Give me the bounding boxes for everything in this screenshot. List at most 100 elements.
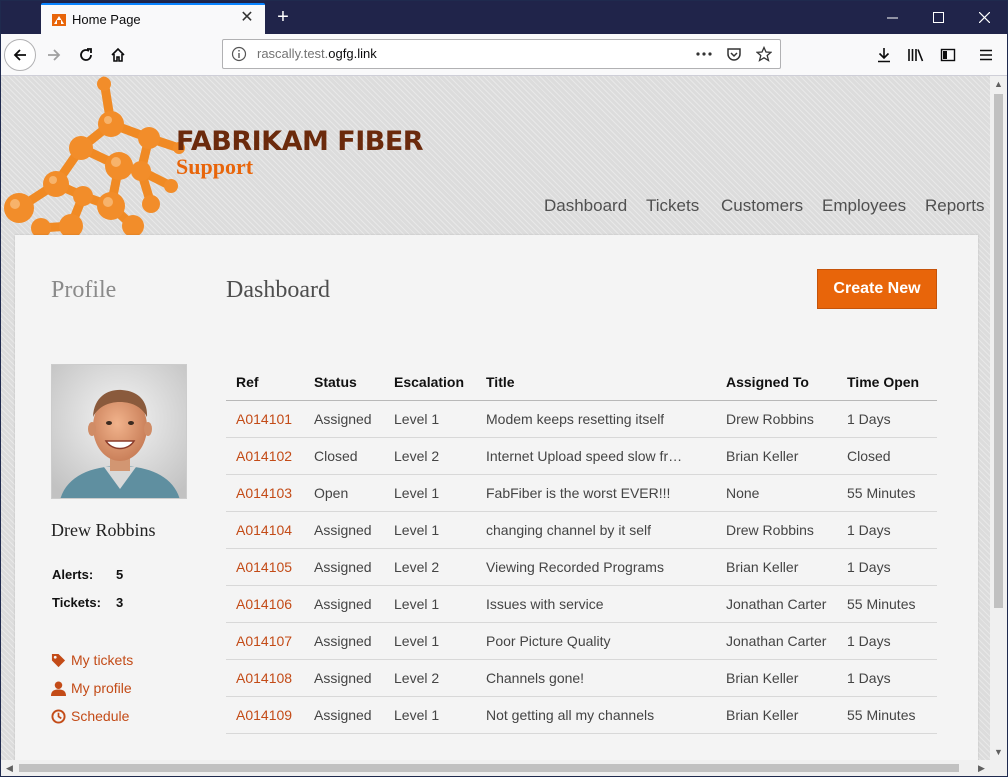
ticket-escalation: Level 1 (394, 623, 480, 659)
bookmark-star-icon (756, 46, 772, 62)
column-header-title[interactable]: Title (486, 363, 686, 400)
table-row[interactable]: A014101 Assigned Level 1 Modem keeps resett… (226, 401, 937, 438)
ticket-ref-link[interactable]: A014102 (236, 438, 306, 474)
profile-heading: Profile (51, 277, 117, 303)
ticket-escalation: Level 2 (394, 660, 480, 696)
close-window-button[interactable] (961, 0, 1007, 34)
ticket-escalation-text: Level 2 (394, 670, 440, 686)
brand-subtitle: Support (176, 154, 254, 179)
nav-dashboard[interactable]: Dashboard (544, 196, 627, 216)
page-actions-button[interactable] (692, 43, 716, 65)
maximize-button[interactable] (915, 0, 961, 34)
table-row[interactable]: A014106 Assigned Level 1 Issues with servic… (226, 586, 937, 623)
ticket-ref-link[interactable]: A014105 (236, 549, 306, 585)
column-header-time-open[interactable]: Time Open (847, 363, 937, 400)
address-bar[interactable]: rascally.test.ogfg.link (222, 39, 781, 69)
table-row[interactable]: A014102 Closed Level 2 Internet Upload spee… (226, 438, 937, 475)
sidebar-button[interactable] (932, 39, 964, 71)
my-profile-link[interactable]: My profile (51, 680, 132, 696)
bookmark-button[interactable] (752, 43, 776, 65)
ticket-title-text: FabFiber is the worst EVER!!! (486, 484, 671, 501)
table-row[interactable]: A014109 Assigned Level 1 Not getting all my… (226, 697, 937, 734)
ticket-ref-link[interactable]: A014106 (236, 586, 306, 622)
ticket-escalation-text: Level 1 (394, 522, 440, 538)
ticket-ref-link[interactable]: A014103 (236, 475, 306, 511)
table-row[interactable]: A014107 Assigned Level 1 Poor Picture Quali… (226, 623, 937, 660)
ticket-status: Assigned (314, 512, 390, 548)
horizontal-scroll-thumb[interactable] (19, 764, 959, 772)
reload-button[interactable] (70, 39, 102, 71)
scroll-right-icon[interactable]: ▶ (973, 763, 990, 774)
ticket-assigned-to: Brian Keller (726, 549, 841, 585)
ticket-escalation-text: Level 1 (394, 633, 440, 649)
column-header-status[interactable]: Status (314, 363, 390, 400)
table-row[interactable]: A014105 Assigned Level 2 Viewing Recorded P… (226, 549, 937, 586)
ticket-ref-link[interactable]: A014108 (236, 660, 306, 696)
ticket-status-text: Assigned (314, 559, 372, 575)
downloads-button[interactable] (868, 39, 900, 71)
new-tab-button[interactable]: + (272, 6, 294, 28)
ticket-ref-link[interactable]: A014109 (236, 697, 306, 733)
ticket-ref-link-text[interactable]: A014104 (236, 522, 292, 538)
info-icon[interactable] (231, 46, 247, 62)
ticket-ref-link-text[interactable]: A014101 (236, 411, 292, 427)
ticket-ref-link-text[interactable]: A014107 (236, 633, 292, 649)
ticket-assigned-to-text: Brian Keller (726, 707, 799, 723)
column-header-ref[interactable]: Ref (236, 363, 306, 400)
ticket-ref-link-text[interactable]: A014109 (236, 707, 292, 723)
ticket-ref-link-text[interactable]: A014108 (236, 670, 292, 686)
ticket-escalation-text: Level 1 (394, 411, 440, 427)
ticket-time-open-text: 55 Minutes (847, 485, 916, 501)
user-photo-icon (52, 365, 186, 498)
dashboard-heading: Dashboard (226, 277, 330, 303)
user-name: Drew Robbins (51, 520, 156, 540)
ticket-ref-link[interactable]: A014101 (236, 401, 306, 437)
horizontal-scrollbar[interactable]: ◀ ▶ (1, 760, 1007, 776)
ticket-time-open: 1 Days (847, 401, 937, 437)
nav-tickets[interactable]: Tickets (646, 196, 699, 216)
ticket-status: Assigned (314, 623, 390, 659)
back-button[interactable] (4, 39, 36, 71)
ticket-status-text: Assigned (314, 522, 372, 538)
nav-reports[interactable]: Reports (925, 196, 985, 216)
ticket-assigned-to-text: Jonathan Carter (726, 596, 827, 612)
nav-customers[interactable]: Customers (721, 196, 803, 216)
table-row[interactable]: A014104 Assigned Level 1 changing channel b… (226, 512, 937, 549)
ticket-ref-link[interactable]: A014104 (236, 512, 306, 548)
nav-employees[interactable]: Employees (822, 196, 906, 216)
create-new-button[interactable]: Create New (817, 269, 937, 309)
schedule-link[interactable]: Schedule (51, 708, 129, 724)
library-button[interactable] (900, 39, 932, 71)
ticket-escalation: Level 1 (394, 512, 480, 548)
home-button[interactable] (102, 39, 134, 71)
scroll-up-icon[interactable]: ▲ (990, 79, 1007, 89)
scroll-left-icon[interactable]: ◀ (1, 763, 18, 774)
ticket-ref-link-text[interactable]: A014103 (236, 485, 292, 501)
download-icon (878, 48, 890, 63)
column-header-escalation[interactable]: Escalation (394, 363, 480, 400)
table-row[interactable]: A014103 Open Level 1 FabFiber is the worst … (226, 475, 937, 512)
pocket-button[interactable] (722, 43, 746, 65)
tab-title: Home Page (72, 12, 141, 27)
ticket-escalation-text: Level 1 (394, 485, 440, 501)
minimize-button[interactable] (869, 0, 915, 34)
table-row[interactable]: A014108 Assigned Level 2 Channels gone! Bria… (226, 660, 937, 697)
ticket-ref-link-text[interactable]: A014102 (236, 448, 292, 464)
my-tickets-label: My tickets (71, 652, 134, 668)
browser-tab[interactable]: Home Page ✕ (41, 3, 265, 34)
column-header-assigned-to[interactable]: Assigned To (726, 363, 841, 400)
vertical-scroll-thumb[interactable] (994, 94, 1003, 608)
ticket-ref-link-text[interactable]: A014105 (236, 559, 292, 575)
ticket-ref-link-text[interactable]: A014106 (236, 596, 292, 612)
forward-button[interactable] (38, 39, 70, 71)
vertical-scrollbar[interactable]: ▲ ▼ (990, 76, 1007, 760)
ticket-time-open: 1 Days (847, 623, 937, 659)
ticket-ref-link[interactable]: A014107 (236, 623, 306, 659)
ticket-title: changing channel by it self (486, 512, 686, 548)
my-tickets-link[interactable]: My tickets (51, 652, 133, 668)
scroll-down-icon[interactable]: ▼ (990, 747, 1007, 757)
app-menu-button[interactable] (970, 39, 1002, 71)
ticket-assigned-to-text: Brian Keller (726, 559, 799, 575)
tab-close-icon[interactable]: ✕ (238, 9, 256, 27)
ticket-assigned-to-text: Jonathan Carter (726, 633, 827, 649)
